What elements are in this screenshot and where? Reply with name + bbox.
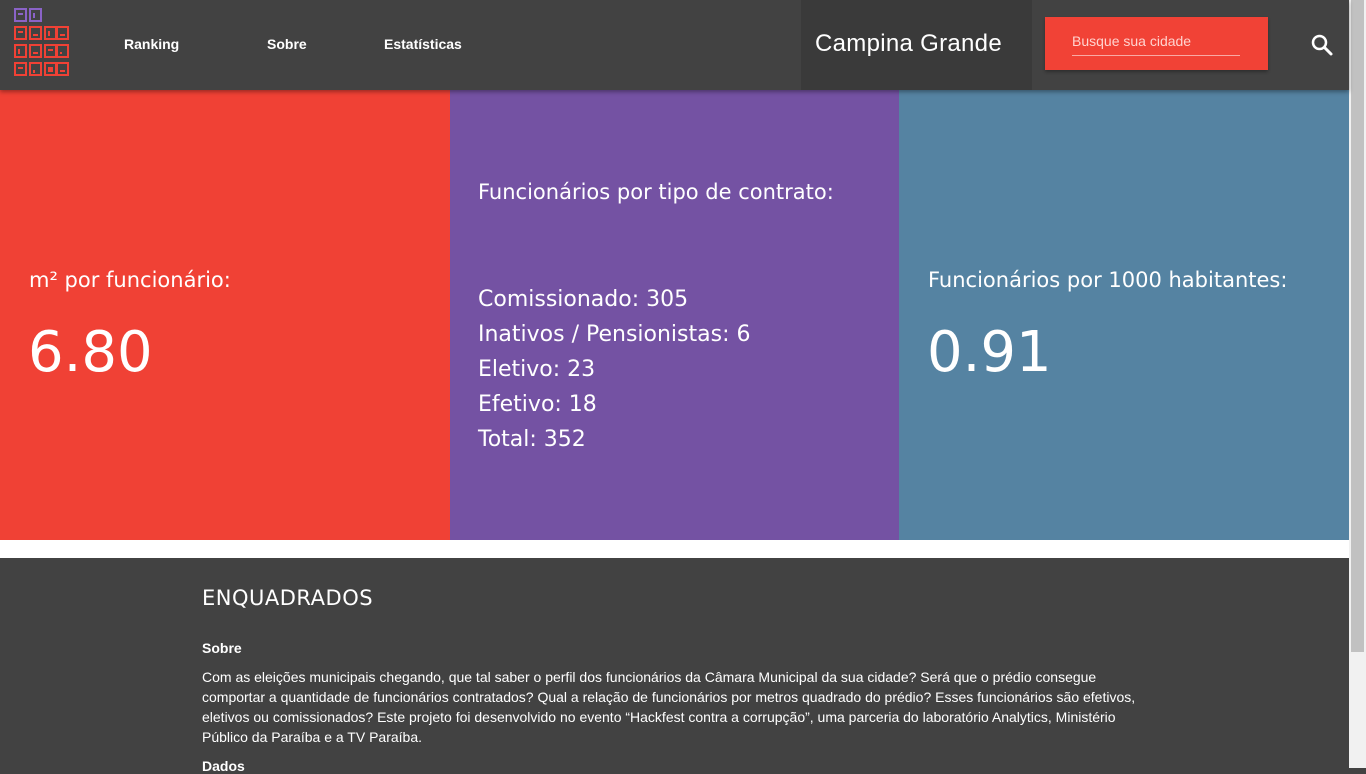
footer-about-text: Com as eleições municipais chegando, que… [202, 669, 1136, 745]
scrollbar-thumb[interactable] [1351, 0, 1364, 652]
search-icon[interactable] [1310, 33, 1334, 57]
nav-estatisticas[interactable]: Estatísticas [384, 36, 462, 52]
contract-type-title: Funcionários por tipo de contrato: [478, 180, 834, 204]
per-capita-label: Funcionários por 1000 habitantes: [928, 268, 1288, 292]
contract-item-efetivo: Efetivo: 18 [478, 392, 597, 417]
contract-item-comissionado: Comissionado: 305 [478, 287, 689, 312]
nav-ranking[interactable]: Ranking [124, 36, 179, 52]
contract-item-total: Total: 352 [478, 427, 586, 452]
contract-type-list: Comissionado: 305 Inativos / Pensionista… [478, 282, 750, 457]
section-divider [0, 540, 1349, 558]
footer-title: ENQUADRADOS [202, 586, 374, 610]
search-box [1045, 17, 1268, 70]
area-per-employee-value: 6.80 [28, 320, 153, 385]
footer-about-heading: Sobre [202, 640, 242, 656]
per-capita-value: 0.91 [927, 320, 1052, 385]
footer: ENQUADRADOS Sobre Com as eleições munici… [0, 558, 1349, 774]
contract-item-inativos: Inativos / Pensionistas: 6 [478, 322, 751, 347]
contract-item-eletivo: Eletivo: 23 [478, 357, 596, 382]
area-per-employee-label: m² por funcionário: [29, 268, 231, 292]
area-per-employee-panel: m² por funcionário: 6.80 [0, 90, 450, 540]
city-name: Campina Grande [815, 30, 1002, 57]
page-scrollbar[interactable] [1349, 0, 1366, 768]
per-capita-panel: Funcionários por 1000 habitantes: 0.91 [899, 90, 1349, 540]
top-header: Ranking Sobre Estatísticas Campina Grand… [0, 0, 1349, 90]
contract-type-panel: Funcionários por tipo de contrato: Comis… [450, 90, 899, 540]
city-search-input[interactable] [1072, 27, 1240, 56]
nav-sobre[interactable]: Sobre [267, 36, 307, 52]
enquadrados-logo[interactable] [14, 8, 70, 82]
footer-data-heading: Dados [202, 758, 245, 774]
